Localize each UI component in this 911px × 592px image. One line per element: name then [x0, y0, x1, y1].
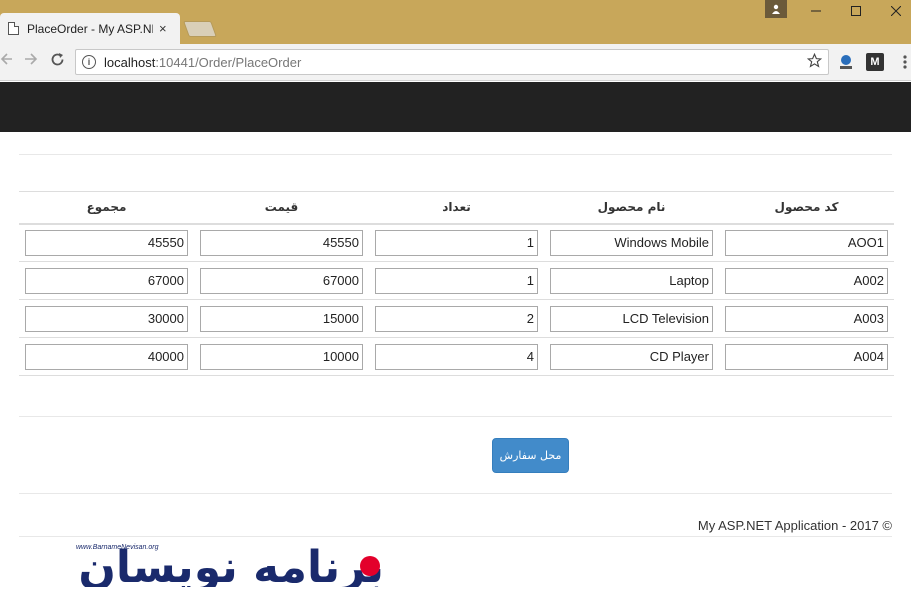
- browser-toolbar: i localhost:10441/Order/PlaceOrder M: [0, 44, 911, 81]
- bookmark-star-icon[interactable]: [806, 52, 823, 73]
- back-icon[interactable]: [0, 52, 12, 71]
- site-navbar: [0, 82, 911, 132]
- forward-icon[interactable]: [24, 52, 38, 71]
- product-code-input[interactable]: [725, 267, 888, 294]
- header-quantity: تعداد: [369, 191, 544, 225]
- table-row: [19, 223, 894, 262]
- total-input[interactable]: [25, 305, 188, 332]
- download-extension-icon[interactable]: [837, 53, 855, 71]
- order-table: کد محصول نام محصول تعداد قیمت مجموع: [19, 191, 894, 376]
- product-name-input[interactable]: [550, 267, 713, 294]
- reload-icon[interactable]: [50, 52, 65, 72]
- quantity-input[interactable]: [375, 305, 538, 332]
- tab-title: PlaceOrder - My ASP.NET: [27, 21, 153, 36]
- divider: [19, 493, 892, 494]
- browser-tab[interactable]: PlaceOrder - My ASP.NET ×: [0, 13, 180, 44]
- price-input[interactable]: [200, 267, 363, 294]
- quantity-input[interactable]: [375, 267, 538, 294]
- product-name-input[interactable]: [550, 343, 713, 370]
- product-code-input[interactable]: [725, 229, 888, 256]
- close-tab-icon[interactable]: ×: [159, 21, 167, 36]
- new-tab-button[interactable]: [183, 21, 217, 37]
- table-row: [19, 261, 894, 300]
- product-code-input[interactable]: [725, 343, 888, 370]
- divider: [19, 536, 892, 537]
- minimize-icon[interactable]: [796, 0, 836, 22]
- price-input[interactable]: [200, 343, 363, 370]
- info-icon[interactable]: i: [82, 55, 96, 69]
- close-window-icon[interactable]: [876, 0, 911, 22]
- maximize-icon[interactable]: [836, 0, 876, 22]
- footer-text: My ASP.NET Application - 2017 ©: [697, 518, 892, 533]
- divider: [19, 154, 892, 155]
- url-host: localhost: [104, 54, 156, 70]
- header-product-name: نام محصول: [544, 191, 719, 225]
- m-extension-icon[interactable]: M: [866, 53, 884, 71]
- chrome-menu-icon[interactable]: [896, 53, 911, 71]
- table-header-row: کد محصول نام محصول تعداد قیمت مجموع: [19, 191, 894, 225]
- table-row: [19, 337, 894, 376]
- divider: [19, 416, 892, 417]
- header-price: قیمت: [194, 191, 369, 225]
- place-order-button[interactable]: محل سفارش: [492, 438, 569, 473]
- logo-red-dot: [360, 556, 380, 576]
- header-product-code: کد محصول: [719, 191, 894, 225]
- header-total: مجموع: [19, 191, 194, 225]
- product-code-input[interactable]: [725, 305, 888, 332]
- profile-icon[interactable]: [765, 0, 787, 18]
- total-input[interactable]: [25, 267, 188, 294]
- product-name-input[interactable]: [550, 229, 713, 256]
- barnamenevisan-logo: www.BarnameNevisan.org برنامه نویسان: [14, 538, 386, 592]
- browser-titlebar: PlaceOrder - My ASP.NET ×: [0, 0, 911, 44]
- table-row: [19, 299, 894, 338]
- address-bar[interactable]: i localhost:10441/Order/PlaceOrder: [75, 49, 829, 75]
- total-input[interactable]: [25, 343, 188, 370]
- url-path: :10441/Order/PlaceOrder: [155, 54, 302, 70]
- quantity-input[interactable]: [375, 343, 538, 370]
- price-input[interactable]: [200, 305, 363, 332]
- logo-text: برنامه نویسان: [78, 542, 384, 587]
- product-name-input[interactable]: [550, 305, 713, 332]
- page-icon: [8, 22, 19, 35]
- price-input[interactable]: [200, 229, 363, 256]
- total-input[interactable]: [25, 229, 188, 256]
- quantity-input[interactable]: [375, 229, 538, 256]
